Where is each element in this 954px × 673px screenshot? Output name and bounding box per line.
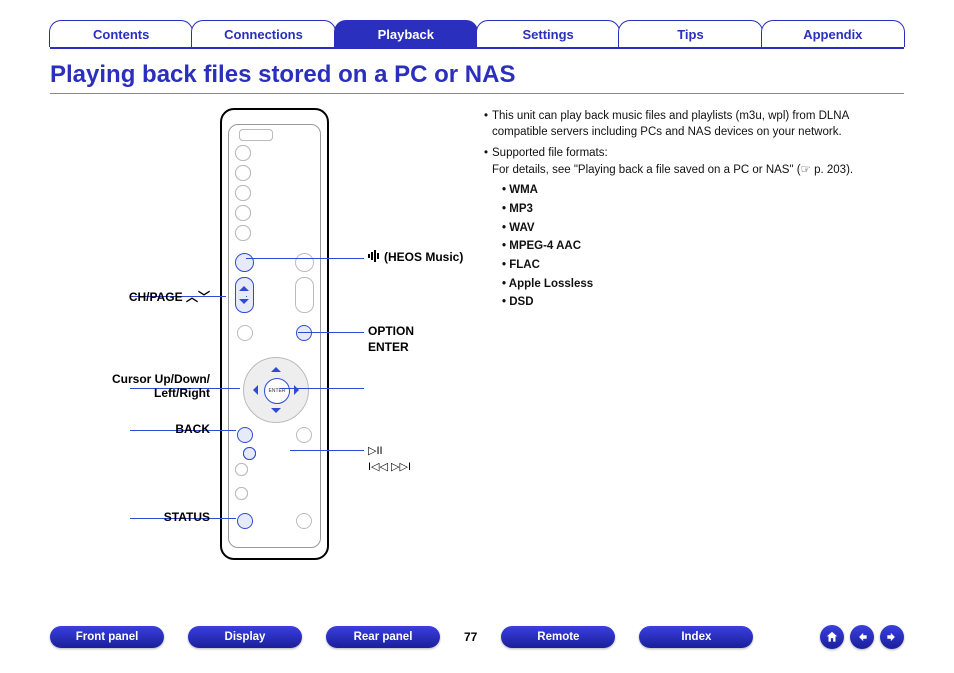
format-item: MPEG-4 AAC [502,238,904,255]
notes-column: •This unit can play back music files and… [480,108,904,568]
callout-option: OPTION [368,324,414,338]
title-rule [50,93,904,94]
tab-playback[interactable]: Playback [334,20,478,47]
callout-line [246,296,247,297]
remote-outline: ENTER [220,108,329,560]
grey-button [296,427,312,443]
tab-settings[interactable]: Settings [476,20,620,47]
home-button[interactable] [820,625,844,649]
callout-line [298,332,364,333]
format-item: FLAC [502,257,904,274]
callout-line [246,258,364,259]
heos-music-button [235,253,254,272]
grey-button [235,165,251,181]
callout-enter: ENTER [368,340,409,354]
cursor-up-icon [271,362,281,372]
prev-next-icon: I◁◁ ▷▷I [368,460,411,473]
grey-button [235,463,248,476]
link-index[interactable]: Index [639,626,753,648]
volume-rocker [295,277,314,313]
arrow-right-icon [885,630,899,644]
grey-button [296,513,312,529]
callout-line [280,388,364,389]
grey-button [235,205,251,221]
format-list: WMA MP3 WAV MPEG-4 AAC FLAC Apple Lossle… [502,182,904,311]
remote-diagram-area: ENTER [50,108,480,568]
grey-button [235,225,251,241]
skip-fwd-button [243,447,256,460]
zone-button [239,129,273,141]
link-remote[interactable]: Remote [501,626,615,648]
cursor-down-icon [271,408,281,418]
callout-status: STATUS [50,510,210,524]
link-rear-panel[interactable]: Rear panel [326,626,440,648]
format-item: DSD [502,294,904,311]
tab-connections[interactable]: Connections [191,20,335,47]
format-item: WMA [502,182,904,199]
tab-contents[interactable]: Contents [49,20,193,47]
tab-appendix[interactable]: Appendix [761,20,905,47]
cursor-right-icon [294,385,304,395]
page-title: Playing back files stored on a PC or NAS [50,61,904,89]
next-page-button[interactable] [880,625,904,649]
link-front-panel[interactable]: Front panel [50,626,164,648]
heos-icon [368,250,380,265]
callout-heos: (HEOS Music) [368,250,463,265]
play-pause-icon: ▷II [368,444,383,457]
top-tabs: Contents Connections Playback Settings T… [0,0,954,47]
remote-inner: ENTER [228,124,321,548]
callout-line [290,450,364,451]
link-display[interactable]: Display [188,626,302,648]
grey-button [237,325,253,341]
chevron-up-icon: ︿﹀ [186,290,210,304]
callout-back: BACK [50,422,210,436]
number-button [235,487,248,500]
cursor-left-icon [248,385,258,395]
callout-chpage: CH/PAGE ︿﹀ [50,288,210,305]
ch-page-rocker [235,277,254,313]
grey-button [295,253,314,272]
arrow-left-icon [855,630,869,644]
bullet-item: •Supported file formats:For details, see… [480,145,904,178]
tab-tips[interactable]: Tips [618,20,762,47]
enter-button: ENTER [264,378,290,404]
grey-button [235,145,251,161]
bottom-nav: Front panel Display Rear panel 77 Remote… [50,625,904,649]
back-button [237,427,253,443]
format-item: Apple Lossless [502,276,904,293]
status-button [237,513,253,529]
prev-page-button[interactable] [850,625,874,649]
page-number: 77 [464,630,477,644]
tab-underline [50,47,904,49]
grey-button [235,185,251,201]
cursor-dpad: ENTER [243,357,309,423]
format-item: MP3 [502,201,904,218]
home-icon [825,630,839,644]
callout-cursor: Cursor Up/Down/ Left/Right [50,372,210,400]
format-item: WAV [502,220,904,237]
bullet-item: •This unit can play back music files and… [480,108,904,141]
